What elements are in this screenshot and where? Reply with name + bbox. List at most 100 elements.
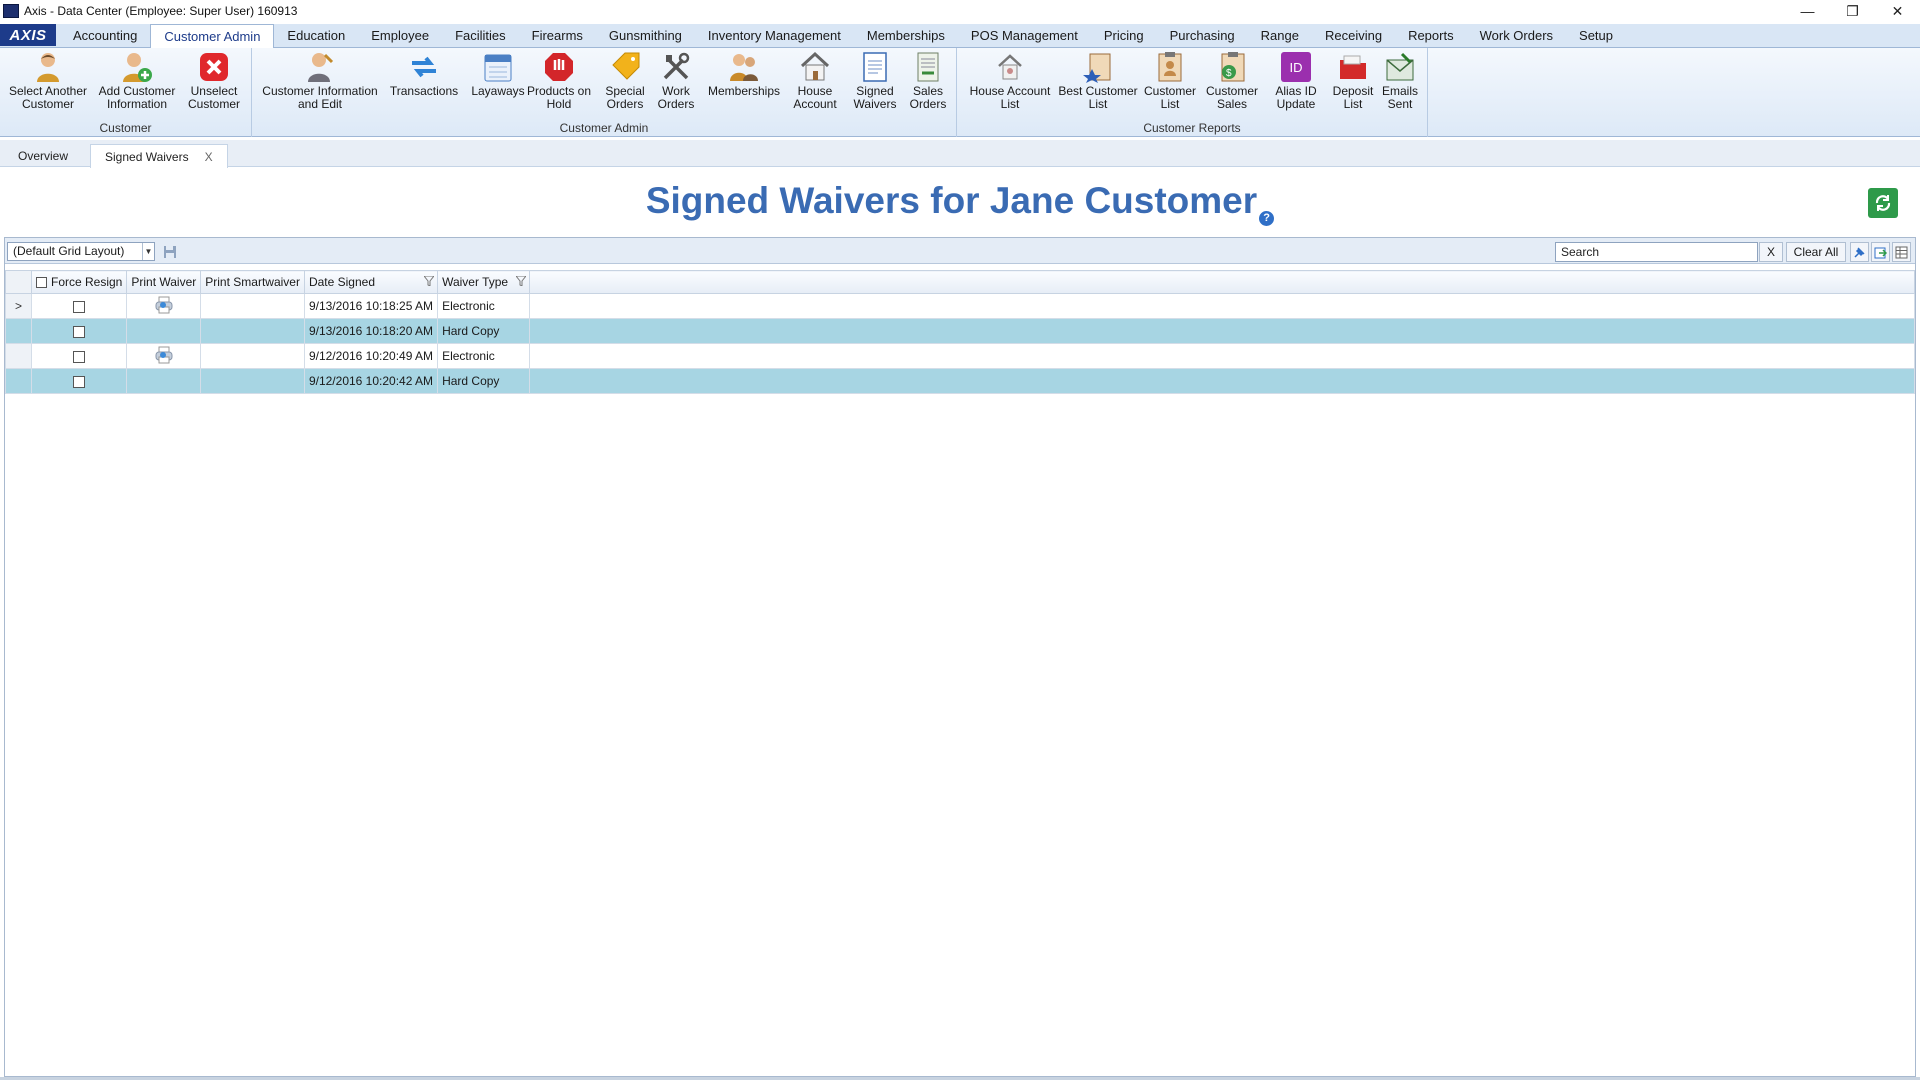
- select-all-checkbox[interactable]: [35, 277, 47, 289]
- force-resign-cell: [30, 293, 128, 319]
- print-waiver-cell: [126, 293, 202, 319]
- row-indicator[interactable]: [5, 368, 32, 394]
- deposit-folder-icon: [1336, 50, 1370, 84]
- chevron-down-icon[interactable]: ▼: [142, 243, 154, 260]
- table-header-row: Force Resign Print Waiver Print Smartwai…: [5, 270, 1915, 294]
- menu-tab-pos-management[interactable]: POS Management: [958, 24, 1091, 47]
- unselect-customer-button[interactable]: Unselect Customer: [184, 50, 244, 111]
- best-customer-list-button[interactable]: Best Customer List: [1057, 50, 1139, 111]
- table-row[interactable]: > 9/13/2016 10:18:25 AM Electronic: [5, 293, 1915, 319]
- menu-tab-facilities[interactable]: Facilities: [442, 24, 519, 47]
- signed-waivers-button[interactable]: Signed Waivers: [848, 50, 902, 111]
- grid-layout-select[interactable]: (Default Grid Layout) ▼: [7, 242, 155, 261]
- work-orders-button[interactable]: Work Orders: [648, 50, 704, 111]
- ribbon-group-label-customer: Customer: [99, 121, 152, 135]
- memberships-button[interactable]: Memberships: [703, 50, 785, 98]
- menu-tab-accounting[interactable]: Accounting: [60, 24, 150, 47]
- column-header-date-signed[interactable]: Date Signed: [303, 270, 439, 294]
- special-orders-button[interactable]: Special Orders: [595, 50, 655, 111]
- customer-list-button[interactable]: Customer List: [1140, 50, 1200, 111]
- refresh-button[interactable]: [1868, 188, 1898, 218]
- date-signed-cell: 9/13/2016 10:18:20 AM: [303, 318, 439, 344]
- printer-icon[interactable]: [154, 346, 174, 364]
- table-row[interactable]: 9/13/2016 10:18:20 AM Hard Copy: [5, 318, 1915, 344]
- customer-sales-button[interactable]: $ Customer Sales: [1201, 50, 1263, 111]
- menu-tab-reports[interactable]: Reports: [1395, 24, 1467, 47]
- ribbon-group-customer-reports: House Account List Best Customer List Cu…: [957, 48, 1428, 137]
- products-on-hold-button[interactable]: Products on Hold: [525, 50, 593, 111]
- search-input[interactable]: [1555, 242, 1758, 262]
- force-resign-checkbox[interactable]: [73, 375, 86, 388]
- customer-information-edit-button[interactable]: Customer Information and Edit: [258, 50, 382, 111]
- pin-button[interactable]: [1850, 242, 1869, 262]
- column-chooser-button[interactable]: [1892, 242, 1911, 262]
- table-row[interactable]: 9/12/2016 10:20:49 AM Electronic: [5, 343, 1915, 369]
- ribbon-group-label-customer-admin: Customer Admin: [559, 121, 649, 135]
- waivers-table: Force Resign Print Waiver Print Smartwai…: [5, 270, 1915, 394]
- house-account-button[interactable]: House Account: [785, 50, 845, 111]
- force-resign-checkbox[interactable]: [73, 325, 86, 338]
- printer-icon[interactable]: [154, 296, 174, 314]
- transactions-button[interactable]: Transactions: [385, 50, 463, 98]
- column-header-label: Print Waiver: [131, 275, 197, 289]
- waivers-grid-panel: (Default Grid Layout) ▼ X Clear All Forc…: [4, 237, 1916, 1077]
- customer-information-edit-label: Customer Information and Edit: [262, 84, 378, 111]
- row-filler: [529, 318, 1915, 344]
- layaways-button[interactable]: Layaways: [465, 50, 531, 98]
- envelope-icon: [1383, 50, 1417, 84]
- row-indicator[interactable]: [5, 343, 32, 369]
- menu-tab-pricing[interactable]: Pricing: [1091, 24, 1157, 47]
- filter-icon[interactable]: [516, 276, 527, 286]
- tab-overview[interactable]: Overview: [4, 144, 82, 168]
- waiver-document-icon: [858, 50, 892, 84]
- deposit-list-button[interactable]: Deposit List: [1326, 50, 1380, 111]
- menu-tab-receiving[interactable]: Receiving: [1312, 24, 1395, 47]
- column-header-force-resign[interactable]: Force Resign: [30, 270, 128, 294]
- close-tab-icon[interactable]: X: [205, 150, 213, 164]
- column-header-label: Print Smartwaiver: [205, 275, 300, 289]
- row-indicator[interactable]: [5, 318, 32, 344]
- date-signed-cell: 9/12/2016 10:20:42 AM: [303, 368, 439, 394]
- export-button[interactable]: [1871, 242, 1890, 262]
- add-customer-information-button[interactable]: Add Customer Information: [95, 50, 179, 111]
- menu-tab-work-orders[interactable]: Work Orders: [1467, 24, 1566, 47]
- menu-tab-education[interactable]: Education: [274, 24, 358, 47]
- filter-icon[interactable]: [424, 276, 435, 286]
- menu-tab-employee[interactable]: Employee: [358, 24, 442, 47]
- menu-tab-firearms[interactable]: Firearms: [519, 24, 596, 47]
- column-header-print-smartwaiver[interactable]: Print Smartwaiver: [200, 270, 305, 294]
- menu-tab-setup[interactable]: Setup: [1566, 24, 1626, 47]
- column-header-waiver-type[interactable]: Waiver Type: [437, 270, 531, 294]
- force-resign-checkbox[interactable]: [73, 300, 86, 313]
- row-indicator[interactable]: >: [5, 293, 32, 319]
- alias-id-update-button[interactable]: ID Alias ID Update: [1266, 50, 1326, 111]
- column-header-print-waiver[interactable]: Print Waiver: [126, 270, 202, 294]
- sales-orders-button[interactable]: Sales Orders: [903, 50, 953, 111]
- search-clear-button[interactable]: X: [1759, 242, 1783, 262]
- force-resign-checkbox[interactable]: [73, 350, 86, 363]
- menu-tab-gunsmithing[interactable]: Gunsmithing: [596, 24, 695, 47]
- house-account-list-button[interactable]: House Account List: [965, 50, 1055, 111]
- tab-signed-waivers[interactable]: Signed Waivers X: [90, 144, 228, 168]
- emails-sent-button[interactable]: Emails Sent: [1375, 50, 1425, 111]
- menu-tab-memberships[interactable]: Memberships: [854, 24, 958, 47]
- table-row[interactable]: 9/12/2016 10:20:42 AM Hard Copy: [5, 368, 1915, 394]
- title-bar: Axis - Data Center (Employee: Super User…: [0, 0, 1920, 22]
- save-layout-button[interactable]: [161, 242, 179, 261]
- tab-signed-waivers-label: Signed Waivers: [105, 149, 189, 164]
- select-another-customer-button[interactable]: Select Another Customer: [6, 50, 90, 111]
- clear-all-button[interactable]: Clear All: [1786, 242, 1846, 262]
- menu-tab-range[interactable]: Range: [1248, 24, 1312, 47]
- minimize-button[interactable]: —: [1785, 0, 1830, 22]
- menu-tab-customer-admin[interactable]: Customer Admin: [150, 24, 275, 49]
- menu-tab-inventory-management[interactable]: Inventory Management: [695, 24, 854, 47]
- person-icon: [31, 50, 65, 84]
- help-icon[interactable]: ?: [1259, 211, 1275, 226]
- ribbon-group-customer-admin: Customer Information and Edit Transactio…: [252, 48, 957, 137]
- clipboard-money-icon: $: [1215, 50, 1249, 84]
- restore-button[interactable]: ❐: [1830, 0, 1875, 22]
- menu-tab-purchasing[interactable]: Purchasing: [1157, 24, 1248, 47]
- close-button[interactable]: ✕: [1875, 0, 1920, 22]
- ribbon-group-label-customer-reports: Customer Reports: [1143, 121, 1241, 135]
- print-smartwaiver-cell: [200, 368, 305, 394]
